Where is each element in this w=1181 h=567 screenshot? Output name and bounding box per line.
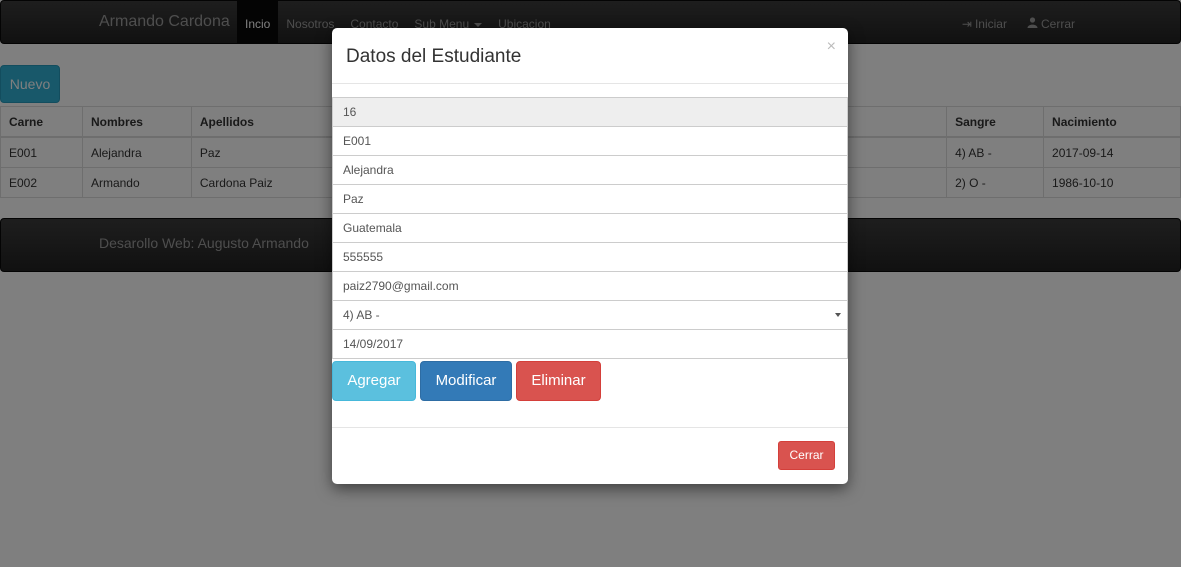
add-button[interactable]: Agregar	[332, 361, 416, 401]
delete-button[interactable]: Eliminar	[516, 361, 601, 401]
close-icon[interactable]: ×	[827, 38, 836, 56]
student-modal: Datos del Estudiante × 16 E001 Alejandra…	[332, 28, 848, 484]
carne-field[interactable]: E001	[332, 126, 848, 156]
email-field[interactable]: paiz2790@gmail.com	[332, 271, 848, 301]
modal-title: Datos del Estudiante	[346, 46, 522, 67]
apellidos-field[interactable]: Paz	[332, 184, 848, 214]
blood-type-value: 4) AB -	[343, 308, 380, 322]
student-form: 16 E001 Alejandra Paz Guatemala 555555 p…	[332, 97, 848, 359]
blood-type-select[interactable]: 4) AB -	[332, 300, 848, 330]
close-button[interactable]: Cerrar	[778, 441, 835, 470]
nombres-field[interactable]: Alejandra	[332, 155, 848, 185]
modal-header: Datos del Estudiante ×	[332, 28, 848, 84]
birthdate-field[interactable]: 14/09/2017	[332, 329, 848, 359]
direccion-field[interactable]: Guatemala	[332, 213, 848, 243]
id-field: 16	[332, 97, 848, 127]
chevron-down-icon	[835, 313, 841, 317]
update-button[interactable]: Modificar	[420, 361, 512, 401]
modal-footer: Cerrar	[332, 427, 848, 484]
telefono-field[interactable]: 555555	[332, 242, 848, 272]
